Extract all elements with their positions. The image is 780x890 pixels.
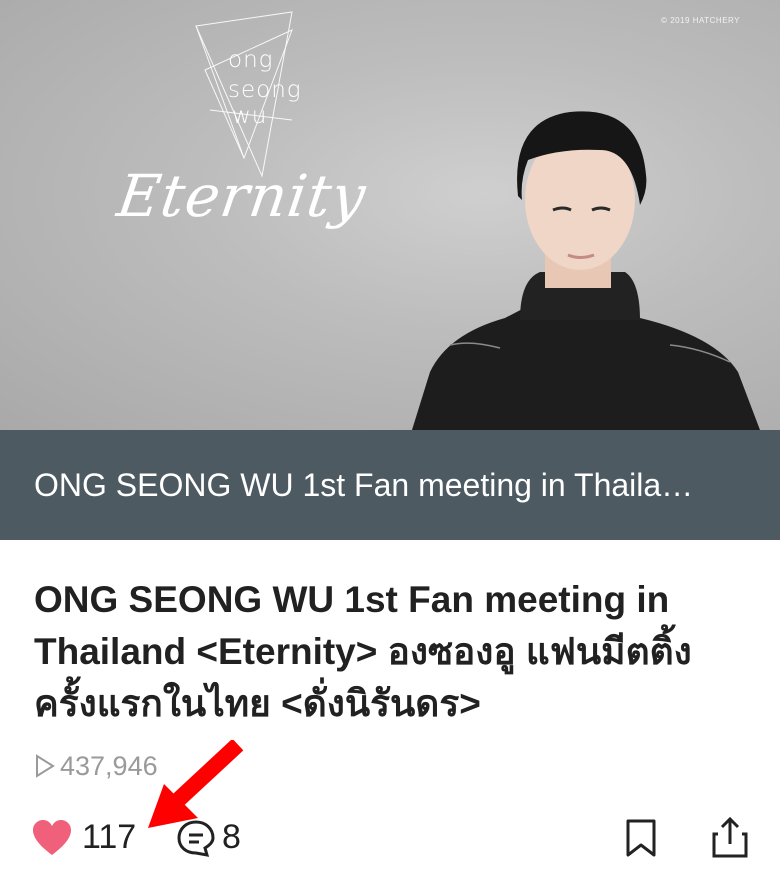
script-title: Eternity: [113, 162, 371, 230]
like-button[interactable]: 117: [32, 818, 136, 857]
heart-icon: [33, 819, 71, 855]
action-bar: 117 8: [0, 812, 780, 868]
logo-line-2: seong: [228, 77, 302, 103]
title-bar[interactable]: ONG SEONG WU 1st Fan meeting in Thailand…: [0, 430, 780, 540]
title-bar-text: ONG SEONG WU 1st Fan meeting in Thailand…: [34, 467, 694, 503]
play-icon: [36, 754, 55, 778]
share-icon[interactable]: [710, 816, 750, 860]
copyright-text: © 2019 HATCHERY: [661, 16, 740, 25]
like-count: 117: [82, 818, 137, 856]
annotation-arrow-icon: [148, 740, 244, 828]
video-thumbnail[interactable]: © 2019 HATCHERY ong seong wu Eternity: [0, 0, 780, 430]
logo-line-3: wu: [232, 103, 268, 129]
person-figure: [412, 111, 760, 430]
bookmark-icon[interactable]: [624, 818, 658, 858]
logo-line-1: ong: [228, 47, 274, 73]
video-title: ONG SEONG WU 1st Fan meeting in Thailand…: [34, 579, 692, 724]
